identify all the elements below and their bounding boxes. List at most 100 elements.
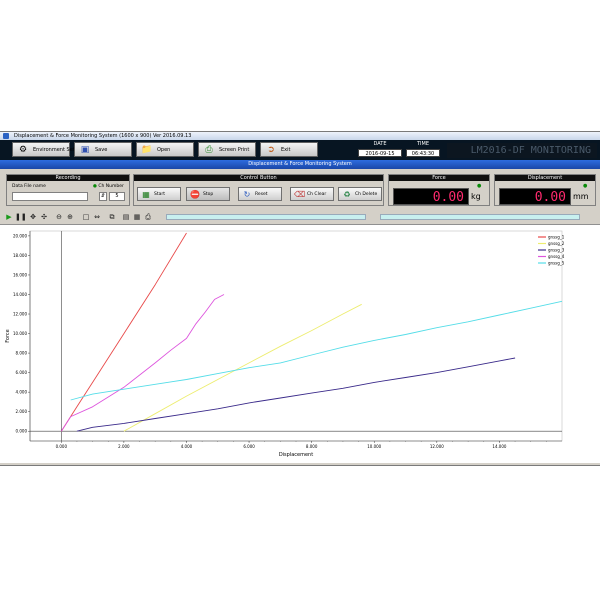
y-tick-label: 4.000 bbox=[16, 390, 28, 395]
ch-number-input[interactable]: 5 bbox=[109, 192, 125, 201]
main-toolbar: ⚙ Environment Set ▣ Save 📁 Open ⎙ Screen… bbox=[0, 140, 600, 160]
displacement-unit: mm bbox=[573, 192, 589, 201]
y-tick-label: 12.000 bbox=[13, 311, 27, 316]
y-tick-label: 14.000 bbox=[13, 292, 27, 297]
window-titlebar[interactable]: Displacement & Force Monitoring System (… bbox=[0, 132, 600, 140]
start-label: Start bbox=[154, 192, 165, 197]
data-file-name-input[interactable] bbox=[12, 192, 88, 201]
displacement-panel: Displacement ● 0.00 mm bbox=[494, 174, 596, 206]
paste-icon[interactable]: ▤ bbox=[122, 213, 130, 221]
play-icon[interactable]: ▶ bbox=[5, 213, 13, 221]
stop-label: Stop bbox=[203, 192, 214, 197]
ch-number-label-text: Ch Number bbox=[98, 184, 124, 189]
control-header: Control Button bbox=[134, 175, 383, 181]
ch-clear-button[interactable]: ⌫ Ch Clear bbox=[290, 187, 334, 201]
exit-button[interactable]: ➲ Exit bbox=[260, 142, 318, 157]
settings-icon: ⚙ bbox=[18, 145, 28, 155]
y-tick-label: 6.000 bbox=[16, 370, 28, 375]
move-icon[interactable]: ✣ bbox=[40, 213, 48, 221]
x-axis-label: Displacement bbox=[279, 452, 313, 458]
y-tick-label: 10.000 bbox=[13, 331, 27, 336]
pause-icon[interactable]: ❚❚ bbox=[15, 213, 27, 221]
start-icon: ▦ bbox=[142, 190, 150, 199]
force-header: Force bbox=[389, 175, 489, 181]
fit-icon[interactable]: ⇔ bbox=[93, 213, 101, 221]
x-tick-label: 10.000 bbox=[367, 444, 381, 449]
y-axis-label: Force bbox=[5, 329, 11, 343]
save-label: Save bbox=[95, 147, 108, 153]
y-tick-label: 2.000 bbox=[16, 409, 28, 414]
environment-set-label: Environment Set bbox=[33, 147, 75, 153]
force-indicator-icon: ● bbox=[477, 183, 482, 189]
stop-icon: ⛔ bbox=[190, 190, 200, 199]
print-icon: ⎙ bbox=[205, 145, 213, 155]
status-bar-left bbox=[166, 214, 366, 220]
app-window: Displacement & Force Monitoring System (… bbox=[0, 131, 600, 466]
data-file-name-label: Data File name bbox=[12, 184, 46, 189]
displacement-indicator-icon: ● bbox=[583, 183, 588, 189]
eraser-icon: ⌫ bbox=[294, 190, 306, 199]
screen-print-button[interactable]: ⎙ Screen Print bbox=[198, 142, 256, 157]
pan-icon[interactable]: ✥ bbox=[29, 213, 37, 221]
time-value: 06:43:30 bbox=[406, 149, 440, 157]
reset-icon: ↻ bbox=[243, 190, 251, 199]
ch-clear-label: Ch Clear bbox=[307, 192, 327, 197]
y-tick-label: 0.000 bbox=[16, 429, 28, 434]
main-title: Displacement & Force Monitoring System bbox=[0, 160, 600, 169]
x-tick-label: 2.000 bbox=[118, 444, 130, 449]
ch-number-spinner[interactable]: ⇵ bbox=[99, 192, 107, 201]
brand-banner: LM2016-DF MONITORING bbox=[447, 143, 597, 158]
panel-row: Recording Data File name ● Ch Number ⇵ 5… bbox=[0, 171, 600, 209]
status-bar-right bbox=[380, 214, 580, 220]
zoom-in-icon[interactable]: ⊕ bbox=[66, 213, 74, 221]
control-panel: Control Button ▦ Start ⛔ Stop ↻ Reset ⌫ … bbox=[133, 174, 384, 206]
ch-delete-button[interactable]: ♻ Ch Delete bbox=[338, 187, 382, 201]
legend-label-gnssg_2: gnssg_2 bbox=[548, 241, 565, 246]
y-tick-label: 16.000 bbox=[13, 272, 27, 277]
folder-icon: 📁 bbox=[141, 145, 153, 155]
date-value: 2016-09-15 bbox=[358, 149, 402, 157]
recording-panel: Recording Data File name ● Ch Number ⇵ 5 bbox=[6, 174, 130, 206]
displacement-header: Displacement bbox=[495, 175, 595, 181]
exit-label: Exit bbox=[281, 147, 291, 153]
x-tick-label: 6.000 bbox=[243, 444, 255, 449]
ch-delete-label: Ch Delete bbox=[355, 192, 378, 197]
legend-label-gnssg_3: gnssg_3 bbox=[548, 247, 565, 252]
x-tick-label: 0.000 bbox=[56, 444, 68, 449]
plot-frame bbox=[29, 230, 563, 442]
chart-toolstrip: ▶ ❚❚ ✥ ✣ ⊖ ⊕ □ ⇔ ⧉ ▤ ▦ ⎙ bbox=[0, 212, 600, 222]
zoom-out-icon[interactable]: ⊖ bbox=[55, 213, 63, 221]
start-button[interactable]: ▦ Start bbox=[137, 187, 181, 201]
recording-header: Recording bbox=[7, 175, 129, 181]
y-tick-label: 20.000 bbox=[13, 233, 27, 238]
force-unit: kg bbox=[471, 192, 481, 201]
displacement-readout: 0.00 bbox=[499, 188, 571, 205]
save-button[interactable]: ▣ Save bbox=[74, 142, 132, 157]
force-panel: Force ● 0.00 kg bbox=[388, 174, 490, 206]
copy-icon[interactable]: ⧉ bbox=[108, 213, 116, 221]
reset-label: Reset bbox=[255, 192, 268, 197]
reset-button[interactable]: ↻ Reset bbox=[238, 187, 282, 201]
open-label: Open bbox=[157, 147, 171, 153]
x-tick-label: 12.000 bbox=[430, 444, 444, 449]
y-tick-label: 8.000 bbox=[16, 350, 28, 355]
ch-number-label: ● Ch Number bbox=[93, 184, 124, 189]
exit-icon: ➲ bbox=[267, 145, 275, 155]
delete-icon: ♻ bbox=[343, 190, 351, 199]
window-title: Displacement & Force Monitoring System (… bbox=[14, 133, 192, 139]
x-tick-label: 8.000 bbox=[306, 444, 318, 449]
app-logo-icon bbox=[3, 133, 9, 139]
legend-label-gnssg_4: gnssg_4 bbox=[548, 254, 565, 259]
legend-label-gnssg_5: gnssg_5 bbox=[548, 260, 565, 265]
open-button[interactable]: 📁 Open bbox=[136, 142, 194, 157]
environment-set-button[interactable]: ⚙ Environment Set bbox=[12, 142, 75, 157]
force-displacement-chart: 0.000 2.000 4.000 6.000 8.000 10.000 12.000 14.… bbox=[5, 230, 565, 458]
force-readout: 0.00 bbox=[393, 188, 469, 205]
save-chart-icon[interactable]: ▦ bbox=[133, 213, 141, 221]
print-chart-icon[interactable]: ⎙ bbox=[144, 213, 152, 221]
zoom-box-icon[interactable]: □ bbox=[82, 213, 90, 221]
stop-button[interactable]: ⛔ Stop bbox=[186, 187, 230, 201]
screen-print-label: Screen Print bbox=[219, 147, 250, 153]
time-label: TIME bbox=[416, 141, 429, 147]
save-icon: ▣ bbox=[80, 145, 90, 155]
